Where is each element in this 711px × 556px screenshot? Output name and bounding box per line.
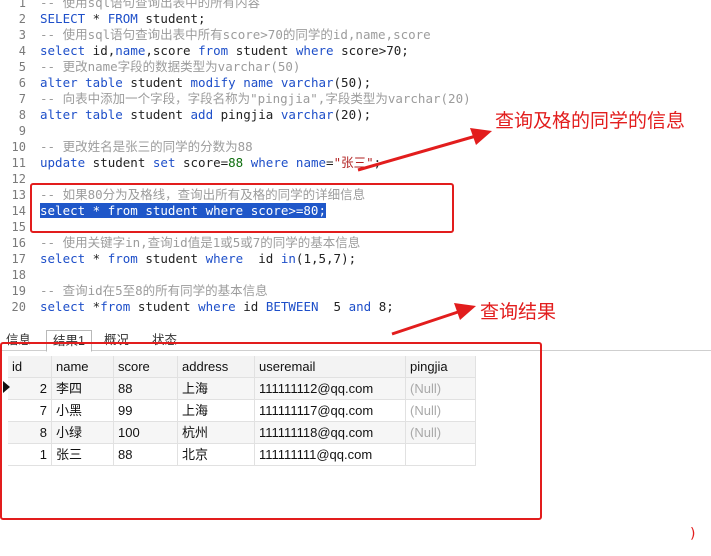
stray-mark: ) [690,526,696,542]
result-annotation-label: 查询结果 [480,301,557,323]
query-arrow [357,128,492,172]
annotation-arrows [357,128,492,336]
query-annotation-label: 查询及格的同学的信息 [495,110,686,132]
result-arrow [391,303,476,336]
